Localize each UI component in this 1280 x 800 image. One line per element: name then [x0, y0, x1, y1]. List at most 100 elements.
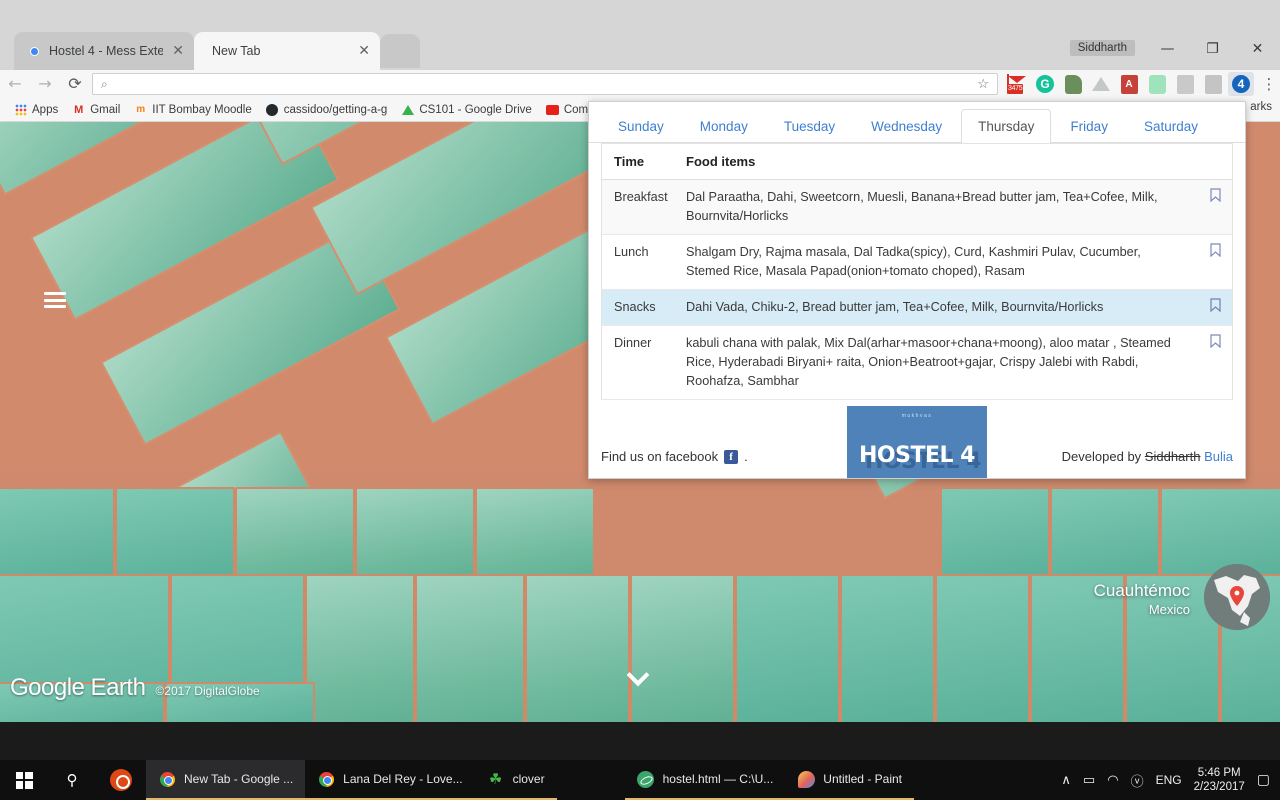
tab-thursday[interactable]: Thursday [961, 109, 1052, 143]
chrome-icon [158, 770, 176, 788]
adobe-pdf-icon[interactable] [1172, 72, 1198, 96]
browser-tab-new-tab[interactable]: New Tab ✕ [194, 32, 380, 70]
taskbar-item-label: clover [512, 772, 545, 786]
start-button[interactable] [0, 771, 48, 789]
facebook-link[interactable]: Find us on facebook f . [601, 449, 748, 464]
new-tab-button[interactable] [380, 34, 420, 68]
tray-expand-icon[interactable]: ∧ [1061, 773, 1071, 788]
google-earth-attribution: Google Earth ©2017 DigitalGlobe [10, 674, 260, 702]
tab-title: New Tab [212, 44, 261, 58]
tab-tuesday[interactable]: Tuesday [767, 109, 852, 142]
menu-table: Time Food items Breakfast Dal Paraatha, … [601, 143, 1233, 400]
column-header-time: Time [614, 154, 645, 169]
grammarly-icon[interactable]: G [1032, 72, 1058, 96]
facebook-period: . [744, 449, 748, 464]
table-row[interactable]: Dinner kabuli chana with palak, Mix Dal(… [602, 326, 1232, 400]
forward-icon[interactable]: → [30, 76, 60, 92]
google-earth-logo: Google Earth [10, 674, 146, 701]
drive-icon[interactable] [1088, 72, 1114, 96]
meal-time: Lunch [614, 245, 649, 259]
restore-icon[interactable]: ❐ [1190, 34, 1235, 64]
ubuntu-icon[interactable] [96, 769, 146, 791]
tab-wednesday[interactable]: Wednesday [854, 109, 959, 142]
mess-menu-popup: Sunday Monday Tuesday Wednesday Thursday… [588, 101, 1246, 479]
wifi-icon[interactable]: ◠ [1107, 773, 1118, 788]
gmail-icon: M [74, 103, 84, 116]
moodle-icon: m [136, 104, 146, 115]
bookmark-icon[interactable] [1198, 188, 1232, 226]
window-controls: — ❐ ✕ [1145, 34, 1280, 64]
chrome-menu-icon[interactable]: ⋮ [1258, 75, 1280, 93]
bookmark-cassidoo[interactable]: cassidoo/getting-a-g [260, 101, 394, 118]
profile-badge[interactable]: Siddharth [1069, 40, 1135, 56]
bookmark-label: CS101 - Google Drive [419, 103, 532, 116]
popup-footer: Find us on facebook f . mukhvas HOSTEL 4… [589, 400, 1245, 478]
meal-items: kabuli chana with palak, Mix Dal(arhar+m… [686, 336, 1171, 388]
github-icon [266, 103, 279, 116]
bookmark-star-icon[interactable]: ☆ [977, 76, 989, 92]
tab-monday[interactable]: Monday [683, 109, 765, 142]
table-row[interactable]: Lunch Shalgam Dry, Rajma masala, Dal Tad… [602, 235, 1232, 290]
tab-title: Hostel 4 - Mess Extension [49, 44, 164, 58]
day-tabs: Sunday Monday Tuesday Wednesday Thursday… [589, 102, 1245, 143]
notifications-icon[interactable]: ▢ [1257, 772, 1270, 788]
developer-credit: Developed by Siddharth Bulia [1062, 449, 1233, 464]
bookmark-icon[interactable] [1198, 243, 1232, 281]
bookmark-iit-bombay-moodle[interactable]: m IIT Bombay Moodle [128, 101, 258, 118]
other-bookmarks-label[interactable]: arks [1250, 101, 1272, 113]
dictionary-letter: A [1120, 74, 1138, 94]
bookmark-icon[interactable] [1198, 334, 1232, 391]
clock-date: 2/23/2017 [1193, 781, 1245, 793]
table-row[interactable]: Snacks Dahi Vada, Chiku-2, Bread butter … [602, 290, 1232, 326]
bookmark-icon[interactable] [1198, 298, 1232, 317]
developer-name[interactable]: Bulia [1204, 449, 1233, 464]
taskbar-item-clover[interactable]: ☘ clover [474, 760, 557, 800]
meal-items: Shalgam Dry, Rajma masala, Dal Tadka(spi… [686, 245, 1141, 278]
developer-strikethrough: Siddharth [1144, 449, 1201, 464]
reload-icon[interactable]: ⟳ [60, 76, 90, 92]
clock[interactable]: 5:46 PM 2/23/2017 [1194, 766, 1245, 794]
minimize-icon[interactable]: — [1145, 34, 1190, 64]
bookmark-apps[interactable]: Apps [8, 101, 64, 118]
clover-icon: ☘ [488, 771, 503, 788]
back-icon[interactable]: ← [0, 76, 30, 92]
meal-time: Breakfast [614, 190, 668, 204]
column-header-food-items: Food items [686, 154, 756, 169]
globe-icon[interactable] [1204, 564, 1270, 630]
search-icon[interactable]: ⚲ [48, 771, 96, 789]
taskbar-item-chrome-lana-del-rey[interactable]: Lana Del Rey - Love... [305, 760, 475, 800]
close-icon[interactable]: ✕ [1235, 34, 1280, 64]
meal-time: Dinner [614, 336, 652, 350]
bookmark-gmail[interactable]: M Gmail [66, 101, 126, 118]
grammarly-letter: G [1036, 75, 1054, 93]
tab-friday[interactable]: Friday [1053, 109, 1125, 142]
taskbar-item-atom-hostel-html[interactable]: hostel.html — C:\U... [624, 760, 786, 800]
browser-tab-hostel4[interactable]: Hostel 4 - Mess Extension ✕ [14, 32, 194, 70]
address-bar[interactable]: ⌕ ☆ [92, 73, 998, 95]
dictionary-icon[interactable]: A [1116, 72, 1142, 96]
close-icon[interactable]: ✕ [358, 44, 370, 58]
table-row[interactable]: Breakfast Dal Paraatha, Dahi, Sweetcorn,… [602, 180, 1232, 235]
tab-saturday[interactable]: Saturday [1127, 109, 1215, 142]
evernote-icon[interactable] [1060, 72, 1086, 96]
gmail-icon[interactable]: 3475 [1004, 72, 1030, 96]
wave-icon[interactable] [1144, 72, 1170, 96]
screenshot-icon[interactable] [1200, 72, 1226, 96]
language-indicator[interactable]: ENG [1156, 773, 1182, 787]
facebook-icon[interactable]: f [724, 449, 739, 464]
close-icon[interactable]: ✕ [172, 44, 184, 58]
taskbar-item-chrome-new-tab[interactable]: New Tab - Google ... [146, 760, 306, 800]
taskbar-item-label: New Tab - Google ... [184, 772, 294, 786]
tab-sunday[interactable]: Sunday [601, 109, 681, 142]
taskbar-item-paint[interactable]: Untitled - Paint [785, 760, 914, 800]
bookmark-cs101-google-drive[interactable]: CS101 - Google Drive [395, 101, 538, 118]
place-country: Mexico [1148, 602, 1190, 617]
map-menu-icon[interactable] [44, 292, 66, 308]
paint-icon [797, 770, 815, 788]
chrome-icon [317, 770, 335, 788]
battery-icon[interactable]: ▭ [1083, 773, 1095, 788]
chevron-down-icon[interactable] [628, 667, 650, 680]
taskbar-item-label: Untitled - Paint [823, 772, 902, 786]
volume-icon[interactable]: ⓥ [1131, 771, 1144, 790]
hostel4-extension-icon[interactable]: 4 [1228, 72, 1254, 96]
